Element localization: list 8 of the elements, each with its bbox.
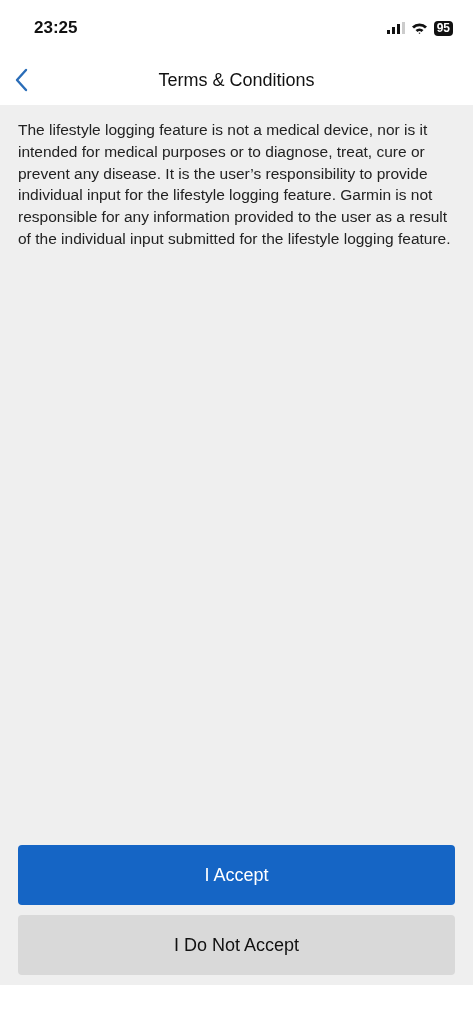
- terms-text: The lifestyle logging feature is not a medical device, nor is it intended for medical purposes or to diagnose, treat, cure or prevent any disease. It is the user’s responsibility to provide individual input for the lifestyle logging feature. Garmin is not responsible for any information provided to the user as a result of the individual input submitted for the lifestyle logging feature.: [18, 120, 452, 249]
- battery-level: 95: [433, 20, 453, 36]
- decline-button[interactable]: I Do Not Accept: [18, 915, 455, 975]
- accept-button[interactable]: I Accept: [18, 845, 455, 905]
- page-title: Terms & Conditions: [158, 70, 315, 91]
- signal-icon: [386, 22, 405, 34]
- status-time: 23:25: [34, 18, 78, 38]
- wifi-icon: [410, 22, 428, 34]
